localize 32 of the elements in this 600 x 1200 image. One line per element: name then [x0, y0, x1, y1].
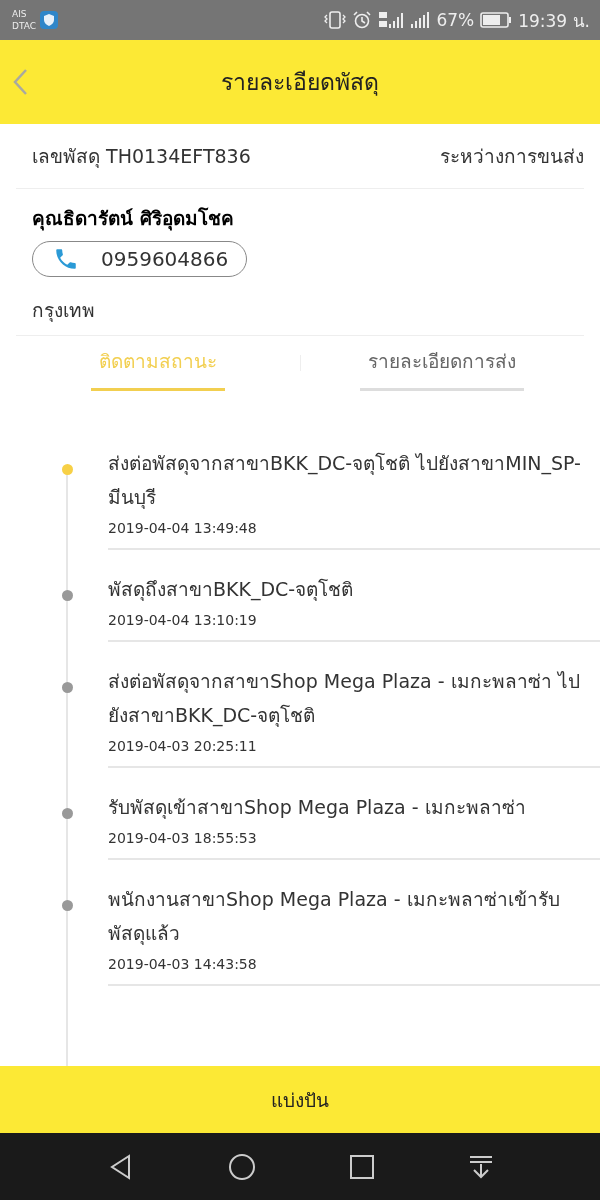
parcel-number: เลขพัสดุ TH0134EFT836: [32, 144, 251, 170]
event-description: ส่งต่อพัสดุจากสาขาShop Mega Plaza - เมกะพลาซ่า ไปยังสาขาBKK_DC-จตุโชติ: [108, 669, 581, 729]
parcel-status: ระหว่างการขนส่ง: [440, 144, 584, 169]
recipient-name: คุณธิดารัตน์ ศิริอุดมโชค: [31, 206, 235, 233]
tab[interactable]: รายละเอียดการส่ง: [360, 335, 525, 391]
shield-icon: [40, 11, 58, 29]
event-description: รับพัสดุเข้าสาขาShop Mega Plaza - เมกะพลาซ่า: [108, 795, 527, 821]
share-button[interactable]: แบ่งปัน: [0, 1066, 600, 1133]
phone-icon: [53, 246, 79, 272]
event-description: พัสดุถึงสาขาBKK_DC-จตุโชติ: [108, 577, 355, 603]
event-time: 2019-04-04 13:49:48: [108, 520, 258, 536]
event-time: 2019-04-03 18:55:53: [108, 830, 258, 846]
event-time: 2019-04-03 14:43:58: [108, 956, 258, 972]
vibrate-icon: [324, 11, 347, 29]
event-description: ส่งต่อพัสดุจากสาขาBKK_DC-จตุโชติ ไปยังสาขาMIN_SP-มีนบุรี: [108, 451, 582, 511]
event-time: 2019-04-03 20:25:11: [108, 738, 258, 754]
notification-pull-icon[interactable]: [467, 1153, 494, 1180]
event-description: พนักงานสาขาShop Mega Plaza - เมกะพลาซ่าเข้ารับพัสดุแล้ว: [108, 887, 561, 947]
page-title: รายละเอียดพัสดุ: [221, 68, 379, 98]
battery-percent: 67%: [436, 10, 475, 30]
event-time: 2019-04-04 13:10:19: [108, 612, 258, 628]
city-label: กรุงเทพ: [16, 277, 584, 336]
home-circle-icon[interactable]: [227, 1152, 256, 1181]
signal-icon: [378, 11, 405, 29]
signal-icon: [410, 11, 431, 29]
alarm-icon: [352, 11, 373, 29]
recents-square-icon[interactable]: [348, 1153, 375, 1180]
clock: 19:39 น.: [518, 9, 590, 33]
carrier-name: DTAC: [12, 20, 36, 32]
battery-icon: [480, 12, 513, 28]
phone-button[interactable]: 0959604866: [32, 241, 248, 277]
carrier-name: AIS: [12, 8, 28, 20]
